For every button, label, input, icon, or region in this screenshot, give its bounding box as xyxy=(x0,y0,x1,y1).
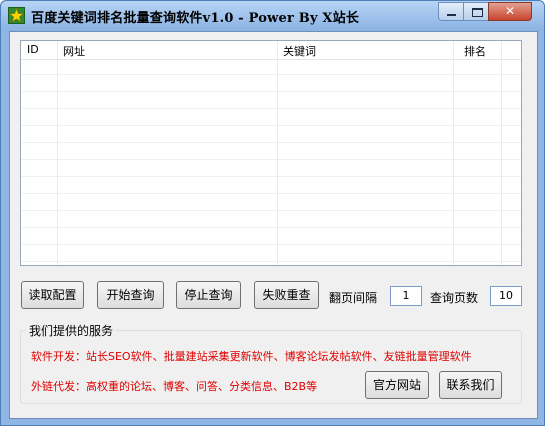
column-divider xyxy=(277,41,278,265)
maximize-icon[interactable] xyxy=(463,2,489,21)
link-building-text: 外链代发：高权重的论坛、博客、问答、分类信息、B2B等 xyxy=(31,380,318,393)
app-star-icon xyxy=(8,7,25,24)
column-header-rank[interactable]: 排名 xyxy=(464,43,486,59)
column-divider xyxy=(57,41,58,265)
page-interval-label: 翻页间隔 xyxy=(329,291,378,305)
contact-us-button[interactable]: 联系我们 xyxy=(439,371,502,399)
minimize-icon[interactable] xyxy=(438,2,464,21)
page-interval-input[interactable]: 1 xyxy=(390,286,422,306)
column-header-url[interactable]: 网址 xyxy=(63,43,85,59)
app-window: 百度关键词排名批量查询软件v1.0 - Power By X站长 ID 网址 关… xyxy=(0,0,545,426)
client-area: ID 网址 关键词 排名 读取配置 开始查询 停止查询 失败重查 翻页间隔 1 … xyxy=(9,31,538,419)
results-table[interactable]: ID 网址 关键词 排名 xyxy=(20,40,522,266)
title-bar[interactable]: 百度关键词排名批量查询软件v1.0 - Power By X站长 xyxy=(1,1,544,31)
close-icon[interactable] xyxy=(488,2,532,21)
start-query-button[interactable]: 开始查询 xyxy=(97,281,164,309)
official-site-button[interactable]: 官方网站 xyxy=(365,371,429,399)
column-header-id[interactable]: ID xyxy=(27,43,39,56)
column-divider xyxy=(501,41,502,265)
stop-query-button[interactable]: 停止查询 xyxy=(176,281,241,309)
software-dev-text: 软件开发：站长SEO软件、批量建站采集更新软件、博客论坛发帖软件、友链批量管理软… xyxy=(31,350,472,363)
retry-failed-button[interactable]: 失败重查 xyxy=(254,281,319,309)
column-header-keyword[interactable]: 关键词 xyxy=(283,43,316,59)
query-pages-input[interactable]: 10 xyxy=(490,286,522,306)
window-title: 百度关键词排名批量查询软件v1.0 - Power By X站长 xyxy=(31,11,360,26)
column-divider xyxy=(453,41,454,265)
table-header: ID 网址 关键词 排名 xyxy=(21,41,521,60)
query-pages-label: 查询页数 xyxy=(430,291,479,305)
read-config-button[interactable]: 读取配置 xyxy=(21,281,84,309)
services-title: 我们提供的服务 xyxy=(26,322,117,339)
